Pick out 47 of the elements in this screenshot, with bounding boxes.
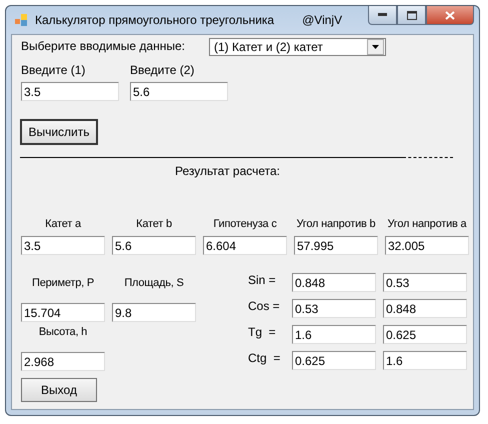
close-button[interactable] (426, 6, 474, 25)
result-label: Площадь, S (123, 277, 185, 289)
result-label: Катет b (135, 218, 173, 230)
result-label: Катет a (44, 218, 82, 230)
input-label: Введите (1) (21, 63, 86, 77)
result-field[interactable]: 9.8 (112, 303, 196, 322)
result-label: Угол напротив b (296, 218, 376, 230)
result-field[interactable]: 2.968 (21, 352, 105, 371)
input-field[interactable]: 5.6 (130, 82, 228, 101)
result-field[interactable]: 15.704 (21, 303, 105, 322)
trig-label: Ctg = (248, 351, 282, 365)
app-icon (15, 13, 29, 27)
calculate-button[interactable]: Вычислить (20, 119, 98, 145)
result-field[interactable]: 3.5 (21, 236, 105, 255)
input-label: Введите (2) (130, 63, 196, 77)
result-title: Результат расчета: (174, 164, 280, 178)
result-label: Гипотенуза c (212, 218, 278, 230)
result-field[interactable]: 6.604 (203, 236, 287, 255)
input-type-label: Выберите вводимые данные: (21, 39, 185, 53)
trig-field[interactable]: 0.625 (383, 325, 467, 344)
maximize-icon (406, 10, 416, 20)
input-field[interactable]: 3.5 (21, 82, 119, 101)
window-title: Калькулятор прямоугольного треугольника (35, 13, 274, 27)
window-author: @VinjV (302, 13, 342, 27)
result-field[interactable]: 32.005 (385, 236, 469, 255)
close-icon (445, 10, 455, 20)
trig-label: Sin = (248, 273, 277, 287)
minimize-icon (378, 13, 387, 17)
dropdown-arrow-icon (372, 45, 379, 49)
result-label: Угол напротив a (386, 218, 468, 230)
input-type-dropdown[interactable]: (1) Катет и (2) катет (208, 38, 386, 56)
trig-field[interactable]: 0.625 (292, 351, 376, 370)
result-field[interactable]: 57.995 (294, 236, 378, 255)
trig-label: Tg = (248, 325, 277, 339)
trig-field[interactable]: 1.6 (383, 351, 467, 370)
result-label: Высота, h (38, 326, 88, 338)
trig-field[interactable]: 1.6 (292, 325, 376, 344)
result-label: Периметр, P (30, 277, 95, 289)
maximize-button[interactable] (397, 6, 426, 25)
exit-button[interactable]: Выход (21, 378, 97, 402)
trig-field[interactable]: 0.848 (383, 299, 467, 318)
trig-field[interactable]: 0.53 (383, 273, 467, 292)
minimize-button[interactable] (368, 6, 397, 25)
trig-label: Cos = (248, 299, 281, 313)
trig-field[interactable]: 0.53 (292, 299, 376, 318)
trig-field[interactable]: 0.848 (292, 273, 376, 292)
result-field[interactable]: 5.6 (112, 236, 196, 255)
